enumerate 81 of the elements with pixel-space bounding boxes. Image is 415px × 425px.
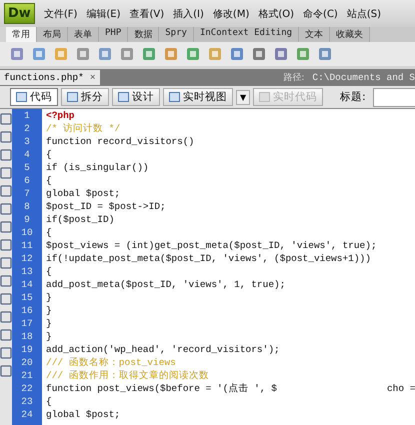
insert-tab[interactable]: 表单 [68,27,99,42]
php-tag: <?php [46,110,75,121]
line-number: 5 [23,162,31,173]
menu-item[interactable]: 文件(F) [44,6,78,20]
line-number: 24 [20,409,34,420]
code-text: { [46,175,52,186]
menu-item[interactable]: 站点(S) [346,6,381,20]
line-number: 3 [23,136,31,147]
code-text: $post_views = (int)get_post_meta($post_ID, 'views', true); [46,240,377,251]
view-icon [67,92,78,102]
code-text: add_post_meta($post_ID, 'views', 1, true); [46,279,286,290]
menu-item[interactable]: 编辑(E) [86,6,120,20]
insert-tab[interactable]: PHP [99,27,128,42]
view-icon [259,92,270,102]
insert-tab[interactable]: 收藏夹 [330,27,370,42]
code-text: if (is_singular()) [46,162,149,173]
menu-item[interactable]: 查看(V) [130,6,164,20]
document-tab[interactable]: functions.php* × [0,70,100,85]
code-text: } [46,292,52,303]
code-text: } [46,318,52,329]
title-label: 标题: [340,90,366,104]
code-text: $post_ID = $post->ID; [46,201,166,212]
view-icon [169,92,180,102]
code-text: cho = [386,383,415,394]
line-number: 9 [23,214,31,225]
menu-item[interactable]: 格式(O) [258,6,294,20]
code-comment: /* 访问计数 */ [46,122,120,135]
line-number: 8 [23,201,31,212]
code-text: { [46,227,52,238]
menu-item[interactable]: 修改(M) [212,6,250,20]
code-text: } [46,331,52,342]
line-number: 1 [23,110,31,121]
code-comment: /// 函数作用：取得文章的阅读次数 [46,369,209,382]
code-text: global $post; [46,188,120,199]
code-text: { [46,266,52,277]
insert-tab[interactable]: 数据 [128,27,160,42]
view-button[interactable]: 实时视图 [163,88,233,106]
line-number: 21 [20,370,34,381]
line-number: 12 [20,253,34,264]
menu-item[interactable]: 插入(I) [173,6,204,20]
line-number: 16 [20,305,34,316]
line-number: 20 [20,357,34,368]
path-label: 路径: [283,72,304,84]
code-text: if(!update_post_meta($post_ID, 'views', ($post_views+1))) [46,253,371,264]
line-number: 18 [20,331,34,342]
insert-tab[interactable]: InContext Editing [194,27,300,42]
close-icon[interactable]: × [90,72,96,83]
insert-tab[interactable]: 常用 [6,27,37,42]
code-text: global $post; [46,409,120,420]
code-text: } [46,305,52,316]
code-text: function post_views($before = '(点击 ', $ [46,382,277,395]
line-number: 22 [20,383,34,394]
line-number: 10 [20,227,34,238]
line-number: 11 [20,240,34,251]
code-text: if($post_ID) [46,214,114,225]
code-text: function record_visitors() [46,136,194,147]
code-text: { [46,396,52,407]
code-text: { [46,149,52,160]
insert-tab[interactable]: Spry [159,27,194,42]
line-number: 4 [23,149,31,160]
line-number: 2 [23,123,31,134]
line-number: 19 [20,344,34,355]
insert-tab[interactable]: 文本 [299,27,330,42]
view-button[interactable]: 设计 [112,88,160,106]
line-number: 14 [20,279,34,290]
view-icon [118,92,129,102]
code-comment: /// 函数名称：post_views [46,356,176,369]
line-number: 7 [23,188,31,199]
line-number: 17 [20,318,34,329]
app-logo[interactable]: Dw [4,3,35,24]
path-value: C:\Documents and S [312,72,415,83]
view-button[interactable]: 代码 [10,88,58,106]
line-number: 6 [23,175,31,186]
code-text: add_action('wp_head', 'record_visitors'); [46,344,280,355]
view-icon [16,92,27,102]
menu-item[interactable]: 命令(C) [303,6,338,20]
view-button[interactable]: 拆分 [61,88,109,106]
line-number: 13 [20,266,34,277]
line-number: 15 [20,292,34,303]
line-number: 23 [20,396,34,407]
insert-tab[interactable]: 布局 [37,27,68,42]
